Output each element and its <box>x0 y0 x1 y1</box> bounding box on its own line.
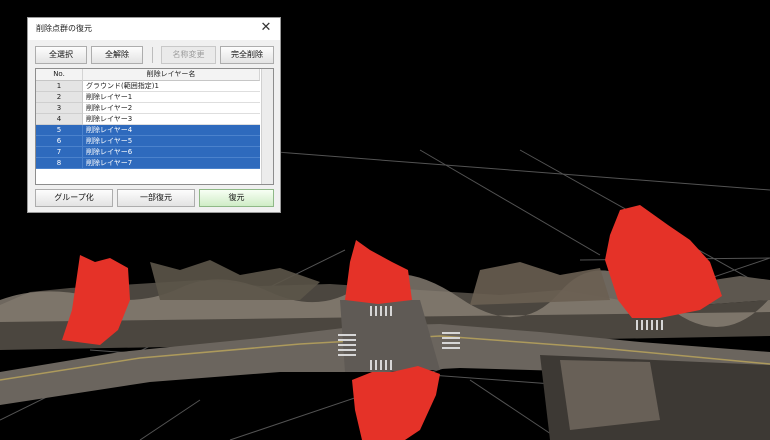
table-row[interactable]: 7 削除レイヤー6 <box>36 147 260 158</box>
dialog-titlebar[interactable]: 削除点群の復元 ✕ <box>28 18 280 40</box>
table-row[interactable]: 6 削除レイヤー5 <box>36 136 260 147</box>
row-layer-name: 削除レイヤー7 <box>83 158 260 169</box>
row-number: 2 <box>36 92 83 103</box>
row-layer-name: 削除レイヤー6 <box>83 147 260 158</box>
restore-deleted-points-dialog: 削除点群の復元 ✕ 全選択 全解除 名称変更 完全削除 No. 削除レイヤー名 … <box>27 17 281 213</box>
table-row[interactable]: 1 グラウンド(範囲指定)1 <box>36 81 260 92</box>
row-number: 3 <box>36 103 83 114</box>
close-icon[interactable]: ✕ <box>257 19 275 37</box>
row-number: 6 <box>36 136 83 147</box>
table-row[interactable]: 2 削除レイヤー1 <box>36 92 260 103</box>
table-row[interactable]: 3 削除レイヤー2 <box>36 103 260 114</box>
group-button[interactable]: グループ化 <box>35 189 113 207</box>
partial-restore-button[interactable]: 一部復元 <box>117 189 195 207</box>
row-number: 5 <box>36 125 83 136</box>
deselect-all-button[interactable]: 全解除 <box>91 46 143 64</box>
row-number: 8 <box>36 158 83 169</box>
column-header-layer-name[interactable]: 削除レイヤー名 <box>83 69 260 81</box>
rename-button[interactable]: 名称変更 <box>161 46 216 64</box>
row-number: 1 <box>36 81 83 92</box>
table-row[interactable]: 8 削除レイヤー7 <box>36 158 260 169</box>
column-header-no[interactable]: No. <box>36 69 83 81</box>
row-layer-name: 削除レイヤー2 <box>83 103 260 114</box>
row-layer-name: 削除レイヤー4 <box>83 125 260 136</box>
dialog-title: 削除点群の復元 <box>36 24 92 33</box>
table-row[interactable]: 5 削除レイヤー4 <box>36 125 260 136</box>
row-number: 7 <box>36 147 83 158</box>
table-row[interactable]: 4 削除レイヤー3 <box>36 114 260 125</box>
restore-button[interactable]: 復元 <box>199 189 274 207</box>
table-scrollbar[interactable] <box>261 69 273 184</box>
delete-all-button[interactable]: 完全削除 <box>220 46 274 64</box>
row-layer-name: 削除レイヤー3 <box>83 114 260 125</box>
toolbar-separator <box>152 47 153 63</box>
select-all-button[interactable]: 全選択 <box>35 46 87 64</box>
row-layer-name: グラウンド(範囲指定)1 <box>83 81 260 92</box>
row-layer-name: 削除レイヤー1 <box>83 92 260 103</box>
deleted-layer-table: No. 削除レイヤー名 1 グラウンド(範囲指定)1 2 削除レイヤー1 3 削除レイ… <box>35 68 274 185</box>
row-number: 4 <box>36 114 83 125</box>
row-layer-name: 削除レイヤー5 <box>83 136 260 147</box>
